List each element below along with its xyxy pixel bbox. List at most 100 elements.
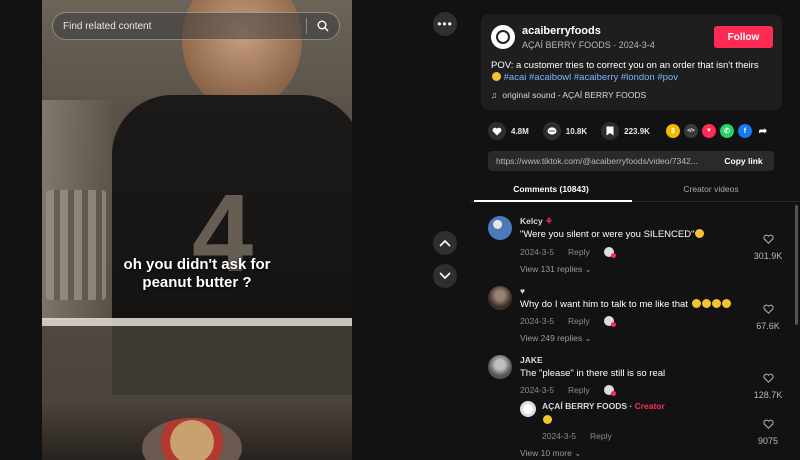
avatar[interactable] bbox=[520, 401, 536, 417]
view-more-button[interactable]: View 10 more ⌄ bbox=[520, 448, 581, 459]
avatar[interactable] bbox=[488, 216, 512, 240]
reply-button[interactable]: Reply bbox=[568, 316, 590, 326]
search-bar[interactable]: Find related content bbox=[52, 12, 340, 40]
sound-link[interactable]: ♫ original sound - AÇAÍ BERRY FOODS bbox=[491, 90, 646, 100]
nickname: AÇAÍ BERRY FOODS bbox=[522, 40, 611, 50]
follow-button[interactable]: Follow bbox=[714, 26, 773, 48]
laughing-emoji-icon bbox=[721, 299, 731, 308]
post-info-card: acaiberryfoods AÇAÍ BERRY FOODS · 2024-3… bbox=[481, 14, 782, 110]
creator-liked-icon bbox=[603, 385, 616, 396]
laughing-emoji-icon bbox=[711, 299, 721, 308]
hashtag[interactable]: #london bbox=[621, 72, 655, 83]
action-bar: 4.8M 10.8K 223.9K $ </> ▼ ✆ f ➦ bbox=[488, 122, 770, 140]
comment-like-button[interactable]: 128.7K bbox=[750, 370, 786, 400]
comment-icon bbox=[542, 122, 561, 140]
hashtag[interactable]: #acaiberry bbox=[574, 72, 618, 83]
comment-text: Why do I want him to talk to me like tha… bbox=[520, 299, 731, 310]
comment-like-button[interactable]: 301.9K bbox=[750, 231, 786, 261]
hashtag[interactable]: #acaibowl bbox=[529, 72, 571, 83]
comment-author[interactable]: JAKE bbox=[520, 355, 543, 365]
comment-like-button[interactable]: 9075 bbox=[750, 416, 786, 446]
laughing-emoji-icon bbox=[543, 415, 552, 424]
laughing-emoji-icon bbox=[701, 299, 711, 308]
creator-liked-icon bbox=[603, 316, 616, 327]
next-video-icon[interactable] bbox=[433, 264, 457, 288]
whatsapp-icon[interactable]: ✆ bbox=[719, 124, 734, 138]
laughing-emoji-icon bbox=[695, 229, 705, 238]
comment-count: 10.8K bbox=[565, 126, 588, 136]
tab-creator-videos[interactable]: Creator videos bbox=[630, 184, 792, 194]
comment-item: Kelcy ⚘ "Were you silent or were you SIL… bbox=[488, 216, 788, 278]
search-input[interactable]: Find related content bbox=[53, 21, 306, 32]
avatar[interactable] bbox=[488, 355, 512, 379]
share-arrow-icon[interactable]: ➦ bbox=[756, 124, 770, 138]
view-replies-button[interactable]: View 249 replies ⌄ bbox=[520, 333, 592, 344]
tab-comments[interactable]: Comments (10843) bbox=[470, 184, 632, 194]
send-icon[interactable]: ▼ bbox=[701, 124, 716, 138]
creator-liked-icon bbox=[603, 247, 616, 258]
save-button[interactable]: 223.9K bbox=[601, 122, 650, 140]
avatar[interactable] bbox=[491, 25, 515, 49]
comment-text bbox=[542, 415, 552, 426]
flower-icon: ⚘ bbox=[545, 216, 553, 226]
reply-button[interactable]: Reply bbox=[568, 385, 590, 395]
view-more-label: View 10 more bbox=[520, 448, 572, 458]
comment-body: "Were you silent or were you SILENCED" bbox=[520, 229, 695, 240]
comment-like-count: 9075 bbox=[757, 436, 779, 446]
reply-item: AÇAÍ BERRY FOODS · Creator 2024-3-5 Repl… bbox=[520, 401, 788, 460]
caption-line-1: oh you didn't ask for bbox=[123, 256, 271, 273]
copy-link-button[interactable]: Copy link bbox=[713, 151, 774, 171]
chevron-down-icon: ⌄ bbox=[584, 264, 592, 274]
coin-icon[interactable]: $ bbox=[665, 124, 680, 138]
embed-icon[interactable]: </> bbox=[683, 124, 698, 138]
comment-author[interactable]: ♥ bbox=[520, 286, 525, 296]
comment-item: ♥ Why do I want him to talk to me like t… bbox=[488, 286, 788, 348]
author-name: Kelcy bbox=[520, 216, 543, 226]
video-player[interactable]: 4 bbox=[42, 0, 352, 460]
comment-date: 2024-3-5 bbox=[520, 316, 555, 326]
comment-body: Why do I want him to talk to me like tha… bbox=[520, 299, 688, 310]
comment-like-button[interactable]: 67.6K bbox=[750, 301, 786, 331]
active-tab-indicator bbox=[474, 200, 632, 202]
like-button[interactable]: 4.8M bbox=[488, 122, 529, 140]
reply-button[interactable]: Reply bbox=[568, 247, 590, 257]
username[interactable]: acaiberryfoods bbox=[522, 25, 601, 37]
post-date: 2024-3-4 bbox=[618, 40, 655, 50]
bookmark-icon bbox=[601, 122, 620, 140]
reply-button[interactable]: Reply bbox=[590, 431, 612, 441]
avatar[interactable] bbox=[488, 286, 512, 310]
comment-text: The "please" in there still is so real bbox=[520, 368, 666, 379]
heart-outline-icon bbox=[762, 419, 774, 429]
comment-author[interactable]: Kelcy ⚘ bbox=[520, 216, 553, 227]
post-meta: AÇAÍ BERRY FOODS · 2024-3-4 bbox=[522, 40, 655, 50]
scrollbar[interactable] bbox=[795, 205, 798, 325]
comment-like-count: 128.7K bbox=[753, 390, 783, 400]
share-link-box: https://www.tiktok.com/@acaiberryfoods/v… bbox=[488, 151, 774, 171]
comment-meta: 2024-3-5 Reply bbox=[520, 316, 616, 327]
heart-outline-icon bbox=[762, 373, 774, 383]
sound-label: original sound - AÇAÍ BERRY FOODS bbox=[502, 90, 647, 100]
heart-outline-icon bbox=[762, 234, 774, 244]
hashtag[interactable]: #acai bbox=[504, 72, 527, 83]
view-replies-button[interactable]: View 131 replies ⌄ bbox=[520, 264, 592, 275]
share-icons: $ </> ▼ ✆ f ➦ bbox=[665, 124, 770, 138]
heart-icon bbox=[488, 122, 506, 140]
comment-button[interactable]: 10.8K bbox=[542, 122, 588, 140]
comment-like-count: 67.6K bbox=[756, 321, 780, 331]
facebook-icon[interactable]: f bbox=[737, 124, 752, 138]
music-note-icon: ♫ bbox=[491, 90, 498, 100]
previous-video-icon[interactable] bbox=[433, 231, 457, 255]
author-name: AÇAÍ BERRY FOODS bbox=[542, 401, 628, 411]
comment-author[interactable]: AÇAÍ BERRY FOODS · Creator bbox=[542, 401, 665, 411]
comment-date: 2024-3-5 bbox=[542, 431, 577, 441]
laughing-emoji-icon bbox=[492, 72, 501, 81]
hashtag[interactable]: #pov bbox=[657, 72, 678, 83]
heart-outline-icon bbox=[762, 304, 774, 314]
creator-badge: Creator bbox=[634, 401, 665, 411]
share-link-url[interactable]: https://www.tiktok.com/@acaiberryfoods/v… bbox=[496, 156, 712, 166]
caption-line-2: peanut butter ? bbox=[142, 274, 252, 291]
comment-like-count: 301.9K bbox=[753, 251, 783, 261]
save-count: 223.9K bbox=[624, 126, 650, 136]
search-icon[interactable] bbox=[307, 12, 339, 40]
more-options-icon[interactable]: ••• bbox=[433, 12, 457, 36]
